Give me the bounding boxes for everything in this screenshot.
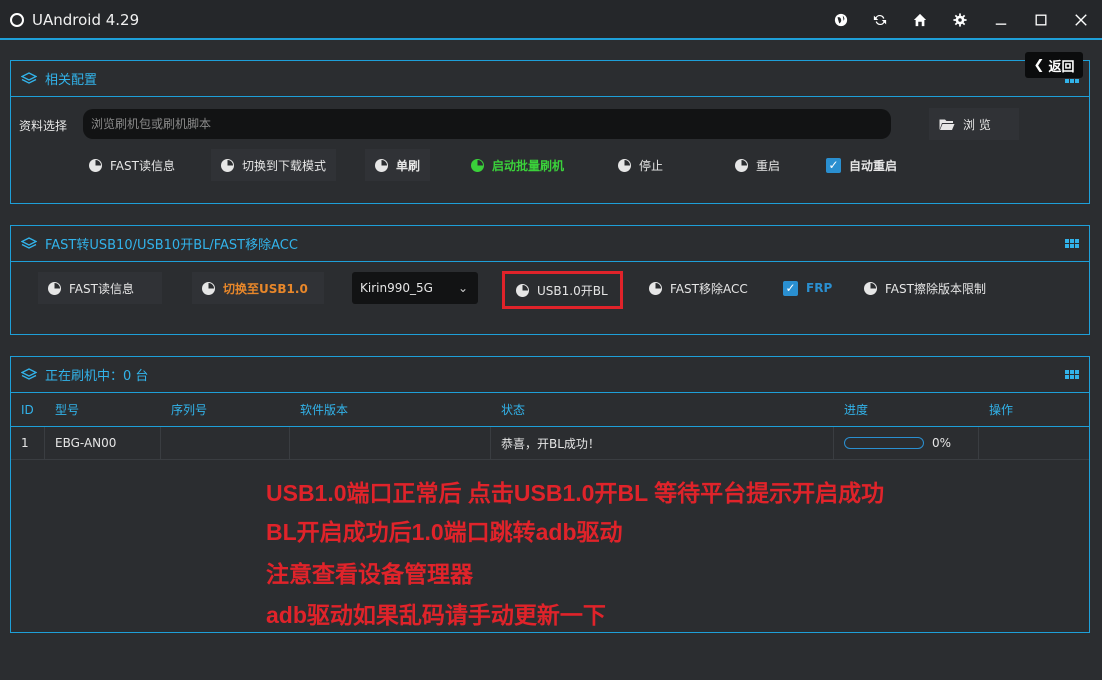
minimize-icon[interactable] — [993, 12, 1009, 28]
home-icon[interactable] — [912, 12, 928, 28]
switch-usb10-button[interactable]: 切换至USB1.0 — [192, 272, 324, 304]
reboot-label: 重启 — [756, 158, 781, 173]
close-icon[interactable] — [1073, 12, 1089, 28]
frp-checkbox[interactable]: ✓ FRP — [773, 272, 842, 304]
table-header: ID 型号 序列号 软件版本 状态 进度 操作 — [11, 393, 1089, 427]
fast-usb-panel-header: FAST转USB10/USB10开BL/FAST移除ACC — [11, 226, 1089, 262]
auto-reboot-label: 自动重启 — [849, 158, 898, 173]
config-panel: 相关配置 资料选择 浏 览 FAST读信息 切换到下载模式 单刷 启动批量刷机 … — [10, 60, 1090, 204]
column-header-serial: 序列号 — [171, 403, 208, 417]
layers-icon — [21, 71, 37, 84]
column-header-action: 操作 — [989, 403, 1014, 417]
fast-usb-panel: FAST转USB10/USB10开BL/FAST移除ACC FAST读信息 切换… — [10, 225, 1090, 335]
pie-chart-icon — [202, 281, 215, 295]
single-flash-label: 单刷 — [396, 158, 421, 173]
refresh-icon[interactable] — [872, 12, 888, 28]
grid-icon[interactable] — [1065, 370, 1079, 381]
cell-id: 1 — [11, 427, 45, 459]
chevron-left-icon: ❮ — [1033, 57, 1045, 73]
fast-remove-acc-button[interactable]: FAST移除ACC — [639, 272, 758, 304]
annotation-line-4: adb驱动如果乱码请手动更新一下 — [266, 602, 606, 628]
red-highlight-box — [502, 271, 623, 309]
reboot-button[interactable]: 重启 — [725, 149, 790, 181]
stop-button[interactable]: 停止 — [608, 149, 673, 181]
pie-chart-icon — [735, 158, 748, 172]
switch-download-mode-button[interactable]: 切换到下载模式 — [211, 149, 337, 181]
pie-chart-icon — [618, 158, 631, 172]
cell-serial — [161, 427, 290, 459]
switch-usb10-label: 切换至USB1.0 — [223, 281, 308, 296]
single-flash-button[interactable]: 单刷 — [365, 149, 431, 181]
cell-version — [290, 427, 491, 459]
browse-button[interactable]: 浏 览 — [929, 108, 1019, 140]
app-title: UAndroid 4.29 — [32, 11, 140, 29]
batch-flash-label: 启动批量刷机 — [492, 158, 565, 173]
fast-erase-version-limit-button[interactable]: FAST擦除版本限制 — [854, 272, 996, 304]
fast-read-label: FAST读信息 — [110, 158, 175, 173]
pie-chart-icon — [649, 281, 662, 295]
table-row[interactable]: 1 EBG-AN00 恭喜，开BL成功！ 0% — [11, 427, 1089, 460]
cell-status: 恭喜，开BL成功！ — [491, 427, 834, 459]
annotation-line-1: USB1.0端口正常后 点击USB1.0开BL 等待平台提示开启成功 — [266, 480, 885, 506]
layers-icon — [21, 236, 37, 249]
fast-read-button[interactable]: FAST读信息 — [79, 149, 185, 181]
fast-remove-acc-label: FAST移除ACC — [670, 281, 748, 296]
column-header-id: ID — [21, 402, 34, 417]
fast-usb-panel-title: FAST转USB10/USB10开BL/FAST移除ACC — [45, 238, 298, 253]
cell-model: EBG-AN00 — [45, 427, 161, 459]
globe-icon[interactable] — [833, 12, 849, 28]
chevron-down-icon: ⌄ — [457, 281, 468, 295]
file-select-label: 资料选择 — [19, 119, 68, 133]
annotation-line-2: BL开启成功后1.0端口跳转adb驱动 — [266, 519, 623, 545]
folder-icon — [939, 119, 955, 130]
column-header-version: 软件版本 — [300, 403, 349, 417]
title-bar: UAndroid 4.29 — [0, 0, 1102, 40]
column-header-model: 型号 — [55, 403, 80, 417]
pie-chart-icon — [221, 158, 234, 172]
auto-reboot-checkbox[interactable]: ✓ 自动重启 — [816, 149, 907, 181]
checkbox-checked-icon: ✓ — [826, 157, 841, 173]
pie-chart-icon — [375, 158, 388, 172]
annotation-line-3: 注意查看设备管理器 — [266, 561, 473, 587]
progress-text: 0% — [932, 436, 952, 450]
pie-chart-icon — [48, 281, 61, 295]
batch-flash-button[interactable]: 启动批量刷机 — [461, 149, 574, 181]
flash-package-input[interactable] — [83, 109, 891, 139]
fast-read-info-label: FAST读信息 — [69, 281, 134, 296]
browse-label: 浏 览 — [963, 117, 991, 132]
pie-chart-icon — [864, 281, 877, 295]
maximize-icon[interactable] — [1033, 12, 1049, 28]
flashing-panel-header: 正在刷机中：0 台 — [11, 357, 1089, 393]
flashing-panel-title: 正在刷机中：0 台 — [45, 369, 149, 384]
config-panel-title: 相关配置 — [45, 73, 98, 88]
chipset-select[interactable]: Kirin990_5G ⌄ — [352, 272, 478, 304]
fast-erase-version-limit-label: FAST擦除版本限制 — [885, 281, 986, 296]
app-logo-icon — [10, 13, 24, 27]
progress-bar — [844, 437, 924, 449]
pie-chart-icon — [89, 158, 102, 172]
stop-label: 停止 — [639, 158, 664, 173]
cell-progress: 0% — [834, 427, 979, 459]
config-panel-header: 相关配置 — [11, 61, 1089, 97]
cell-action — [979, 427, 1089, 459]
grid-icon[interactable] — [1065, 239, 1079, 250]
layers-icon — [21, 367, 37, 380]
back-button[interactable]: ❮ 返回 — [1025, 52, 1083, 78]
column-header-status: 状态 — [501, 403, 526, 417]
fast-read-info-button[interactable]: FAST读信息 — [38, 272, 162, 304]
column-header-progress: 进度 — [844, 403, 869, 417]
switch-download-label: 切换到下载模式 — [242, 158, 327, 173]
gear-icon[interactable] — [952, 12, 968, 28]
back-button-label: 返回 — [1048, 59, 1075, 75]
frp-label: FRP — [806, 281, 833, 295]
chipset-selected-value: Kirin990_5G — [360, 281, 433, 295]
checkbox-checked-icon: ✓ — [783, 280, 798, 296]
pie-chart-icon — [471, 158, 484, 172]
